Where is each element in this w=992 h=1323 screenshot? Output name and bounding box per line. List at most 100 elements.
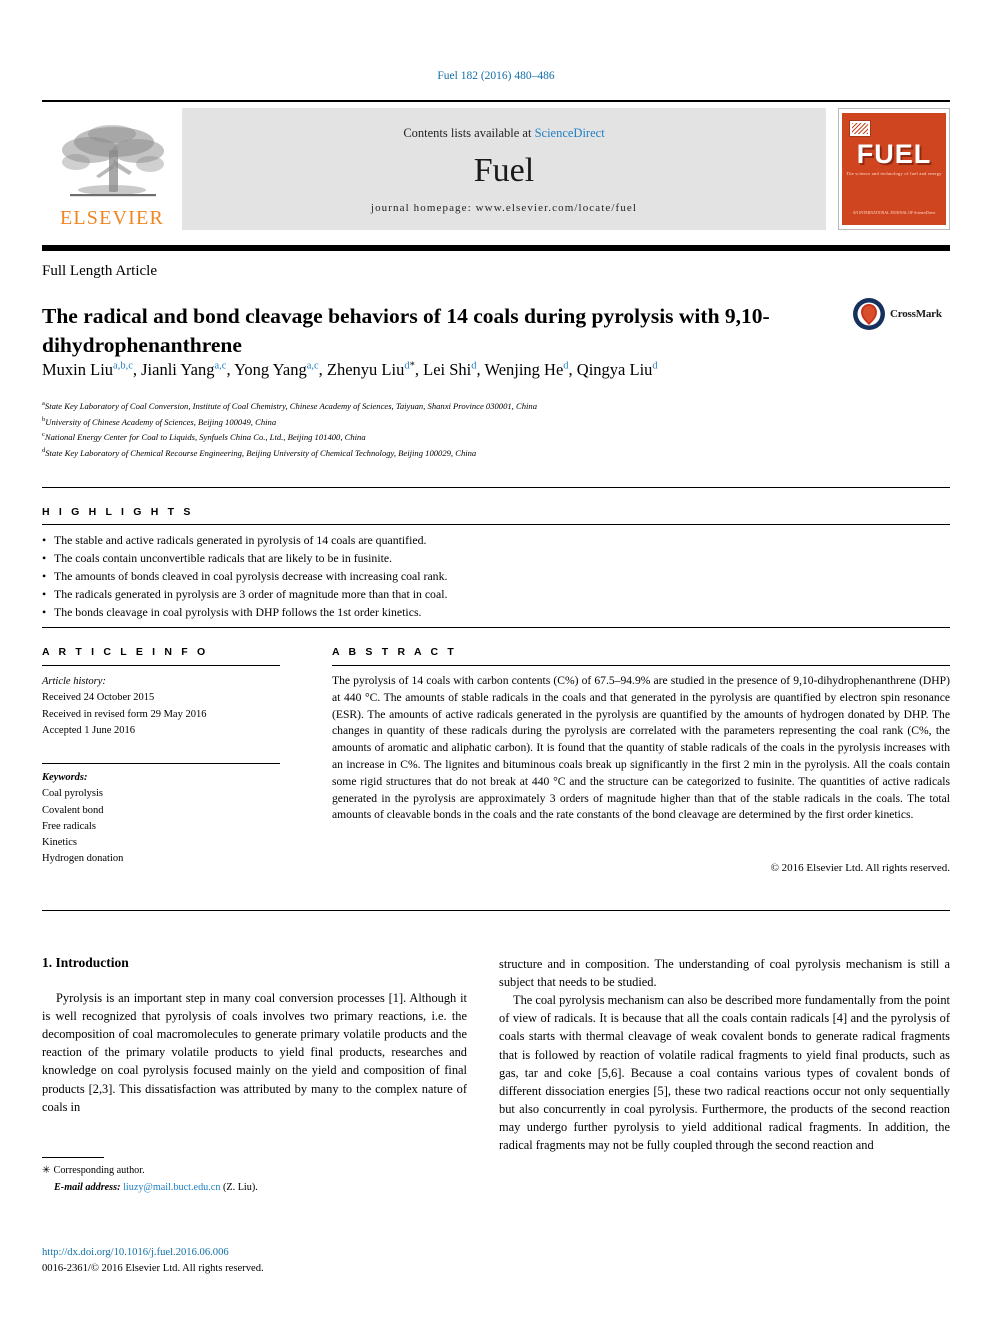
author-item: Lei Shid — [423, 360, 476, 379]
author-name: Muxin Liu — [42, 360, 114, 379]
keyword-item[interactable]: Coal pyrolysis — [42, 786, 287, 802]
footer-block: http://dx.doi.org/10.1016/j.fuel.2016.06… — [42, 1245, 472, 1277]
keywords-heading: Keywords: — [42, 772, 88, 783]
crossmark-badge[interactable]: CrossMark — [852, 293, 950, 335]
footnote-rule — [42, 1157, 104, 1158]
article-type-label: Full Length Article — [42, 263, 157, 279]
highlights-list: The stable and active radicals generated… — [42, 531, 742, 622]
author-affil-mark[interactable]: a,b,c — [113, 361, 133, 372]
article-history-item: Received in revised form 29 May 2016 — [42, 708, 207, 720]
author-affil-mark[interactable]: a,c — [307, 361, 319, 372]
masthead-bottom-rule — [42, 245, 950, 251]
affiliation-item: cNational Energy Center for Coal to Liqu… — [42, 429, 932, 445]
highlight-item: The coals contain unconvertible radicals… — [42, 549, 742, 568]
affiliation-item: aState Key Laboratory of Coal Conversion… — [42, 398, 932, 414]
page-title: The radical and bond cleavage behaviors … — [42, 304, 770, 357]
author-item: Qingya Liud — [577, 360, 658, 379]
elsevier-wordmark: ELSEVIER — [59, 207, 165, 229]
abstract-heading: A B S T R A C T — [332, 646, 457, 658]
highlights-top-rule — [42, 487, 950, 488]
keyword-item[interactable]: Kinetics — [42, 835, 287, 851]
affiliation-text: National Energy Center for Coal to Liqui… — [44, 432, 366, 443]
author-affil-mark[interactable]: d — [563, 361, 568, 372]
issn-copyright-line: 0016-2361/© 2016 Elsevier Ltd. All right… — [42, 1262, 264, 1274]
email-label: E-mail address: — [54, 1181, 121, 1193]
abstract-text: The pyrolysis of 14 coals with carbon co… — [332, 674, 950, 822]
email-note: E-mail address: liuzy@mail.buct.edu.cn (… — [42, 1180, 472, 1197]
author-name: Qingya Liu — [576, 360, 653, 379]
intro-paragraph-text: Pyrolysis is an important step in many c… — [42, 991, 467, 1114]
author-name: Zhenyu Liu — [326, 360, 405, 379]
corresponding-author-note: ✳ Corresponding author. — [42, 1163, 472, 1180]
affiliation-item: bUniversity of Chinese Academy of Scienc… — [42, 414, 932, 430]
author-affil-mark[interactable]: a,c — [214, 361, 226, 372]
running-head: Fuel 182 (2016) 480–486 — [437, 70, 555, 82]
intro-paragraph-continued: structure and in composition. The unders… — [499, 957, 950, 990]
doi-link[interactable]: http://dx.doi.org/10.1016/j.fuel.2016.06… — [42, 1245, 472, 1261]
cover-footer: AN INTERNATIONAL JOURNAL OF ScienceDirec… — [852, 211, 936, 216]
article-history-item: Received 24 October 2015 — [42, 692, 155, 704]
author-name: Yong Yang — [234, 360, 307, 379]
author-item: Muxin Liua,b,c — [42, 360, 133, 379]
author-item: Yong Yanga,c — [234, 360, 319, 379]
article-history-item: Accepted 1 June 2016 — [42, 724, 136, 736]
highlight-item: The radicals generated in pyrolysis are … — [42, 585, 742, 604]
affiliation-item: dState Key Laboratory of Chemical Recour… — [42, 445, 932, 461]
footnote-block: ✳ Corresponding author. E-mail address: l… — [42, 1163, 472, 1197]
article-info-heading: A R T I C L E I N F O — [42, 646, 209, 658]
article-history: Article history: Received 24 October 201… — [42, 674, 287, 739]
intro-paragraph-2: The coal pyrolysis mechanism can also be… — [499, 993, 950, 1153]
highlights-heading: H I G H L I G H T S — [42, 506, 194, 518]
contents-prefix: Contents lists available at — [403, 125, 535, 140]
author-name: Jianli Yang — [141, 360, 215, 379]
author-item: Wenjing Hed — [484, 360, 568, 379]
author-affil-mark[interactable]: d — [652, 361, 657, 372]
highlight-item: The bonds cleavage in coal pyrolysis wit… — [42, 603, 742, 622]
journal-homepage-link[interactable]: journal homepage: www.elsevier.com/locat… — [371, 202, 637, 214]
author-item: Zhenyu Liud* — [327, 360, 415, 379]
journal-masthead: ELSEVIER Contents lists available at Sci… — [42, 100, 950, 230]
email-suffix: (Z. Liu). — [222, 1181, 258, 1193]
author-affil-mark[interactable]: d — [471, 361, 476, 372]
keyword-item[interactable]: Covalent bond — [42, 803, 287, 819]
author-list: Muxin Liua,b,c, Jianli Yanga,c, Yong Yan… — [42, 360, 658, 379]
email-link[interactable]: liuzy@mail.buct.edu.cn — [123, 1182, 220, 1193]
masthead-top-rule — [42, 100, 950, 102]
highlights-rule — [42, 524, 950, 525]
keywords-rule — [42, 763, 280, 764]
contents-list-line: Contents lists available at ScienceDirec… — [403, 126, 604, 141]
elsevier-logo[interactable]: ELSEVIER — [42, 108, 182, 230]
highlight-item: The stable and active radicals generated… — [42, 531, 742, 550]
body-top-rule — [42, 910, 950, 911]
keywords-block: Keywords: Coal pyrolysis Covalent bond F… — [42, 770, 287, 868]
cover-publisher-mark — [849, 120, 871, 137]
elsevier-tree-icon — [62, 125, 164, 197]
body-column-right: structure and in composition. The unders… — [499, 955, 950, 1154]
affiliation-list: aState Key Laboratory of Coal Conversion… — [42, 398, 932, 461]
affiliation-text: University of Chinese Academy of Science… — [45, 416, 277, 427]
article-info-top-rule — [42, 627, 950, 628]
corresponding-author-text: Corresponding author. — [53, 1165, 145, 1176]
author-name: Wenjing He — [484, 360, 564, 379]
journal-band: Contents lists available at ScienceDirec… — [182, 108, 826, 230]
article-info-rule — [42, 665, 280, 666]
cover-title: FUEL — [856, 139, 932, 169]
asterisk-icon: ✳ — [42, 1165, 51, 1176]
section-heading-introduction: 1. Introduction — [42, 955, 129, 970]
cover-subtitle: The science and technology of fuel and e… — [846, 171, 942, 176]
highlight-item: The amounts of bonds cleaved in coal pyr… — [42, 567, 742, 586]
body-column-left: 1. Introduction Pyrolysis is an importan… — [42, 955, 467, 1116]
abstract-copyright: © 2016 Elsevier Ltd. All rights reserved… — [770, 862, 950, 874]
crossmark-label: CrossMark — [890, 308, 942, 320]
keyword-item[interactable]: Free radicals — [42, 819, 287, 835]
corresponding-author-mark[interactable]: * — [410, 361, 415, 372]
intro-paragraph: Pyrolysis is an important step in many c… — [42, 989, 467, 1116]
journal-article-page: Fuel 182 (2016) 480–486 ELSEVIER Content… — [0, 0, 992, 1323]
author-name: Lei Shi — [423, 360, 472, 379]
author-item: Jianli Yanga,c — [141, 360, 226, 379]
sciencedirect-link[interactable]: ScienceDirect — [535, 126, 605, 140]
abstract-rule — [332, 665, 950, 666]
affiliation-text: State Key Laboratory of Chemical Recours… — [45, 447, 477, 458]
keyword-item[interactable]: Hydrogen donation — [42, 851, 287, 867]
journal-cover-thumbnail[interactable]: FUEL The science and technology of fuel … — [838, 108, 950, 230]
